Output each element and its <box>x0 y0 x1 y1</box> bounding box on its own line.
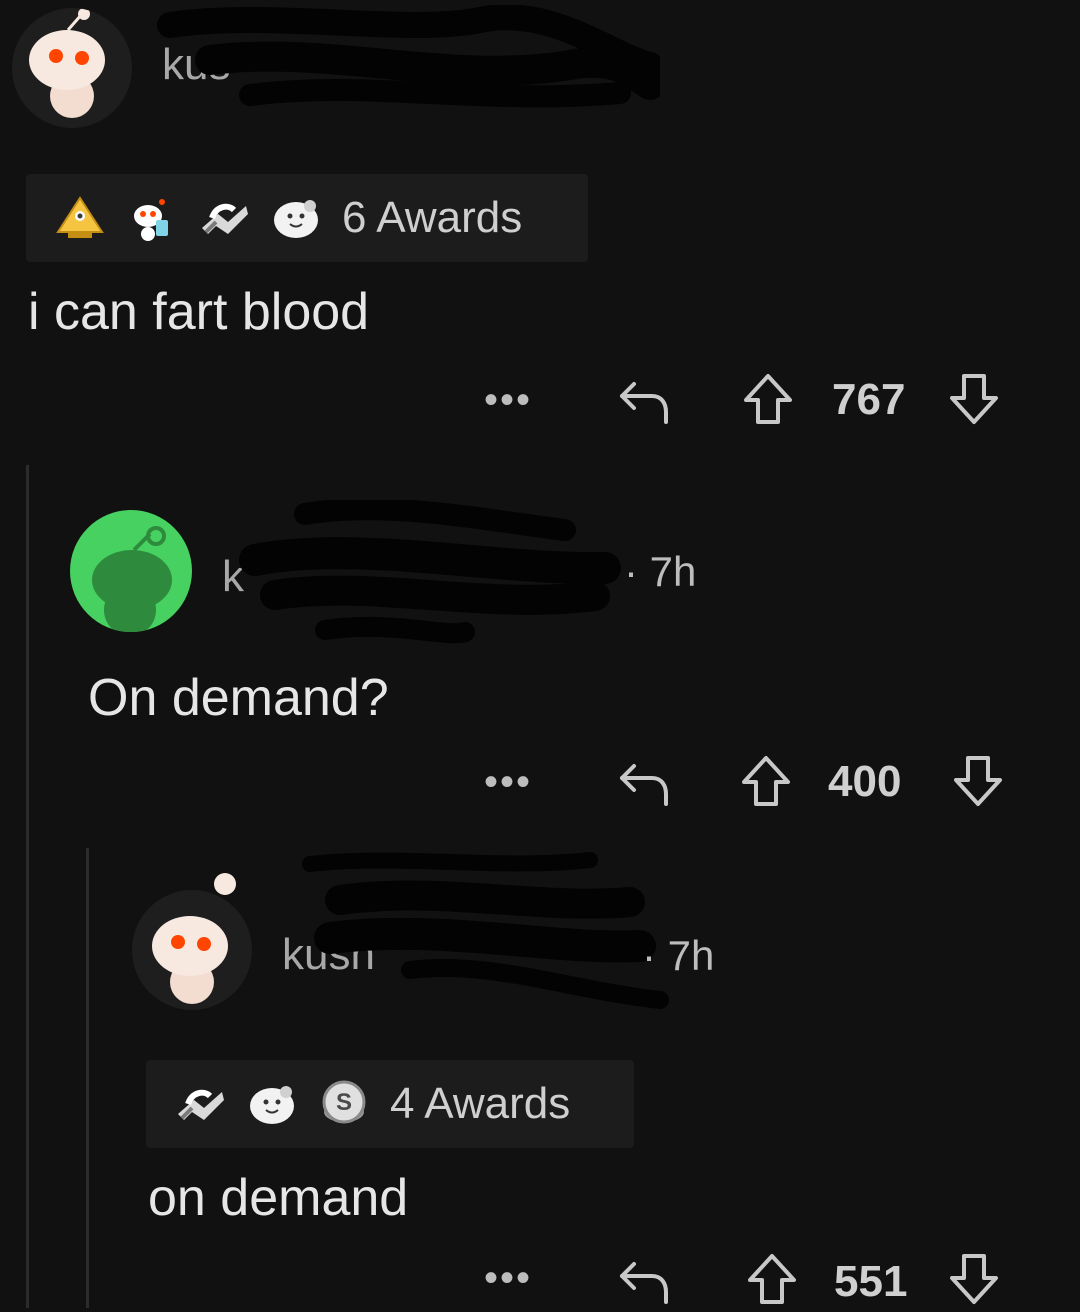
awards-box[interactable]: 6 Awards <box>26 174 588 262</box>
comment-actions: ••• 767 <box>0 370 1080 430</box>
upvote-icon[interactable] <box>738 752 794 808</box>
snoo-drinking-award-icon <box>134 199 168 241</box>
comment-actions: ••• 400 <box>0 752 1080 812</box>
more-options-button[interactable]: ••• <box>484 752 532 812</box>
vote-score: 767 <box>832 375 906 424</box>
wholesome-seal-award-icon <box>274 200 318 238</box>
reply-icon[interactable] <box>614 1252 670 1308</box>
comment-body: i can fart blood <box>28 283 370 341</box>
reply-icon[interactable] <box>614 754 670 810</box>
downvote-icon[interactable] <box>946 1252 1002 1308</box>
silver-coin-award-icon: S <box>322 1080 366 1124</box>
user-avatar[interactable] <box>12 8 132 128</box>
awards-count: 6 Awards <box>342 193 523 242</box>
vote-score: 400 <box>828 757 902 806</box>
awards-count: 4 Awards <box>390 1079 571 1128</box>
comment-body: On demand? <box>88 669 389 727</box>
svg-text:S: S <box>336 1089 352 1116</box>
vote-score: 551 <box>834 1257 908 1306</box>
wholesome-seal-award-icon <box>250 1086 294 1124</box>
comment-actions: ••• 551 <box>0 1248 1080 1308</box>
redaction-scribble <box>157 5 660 108</box>
downvote-icon[interactable] <box>946 372 1002 428</box>
user-avatar[interactable] <box>132 890 252 1010</box>
comment-body: on demand <box>148 1169 409 1227</box>
thread-line-level-2 <box>86 848 89 1308</box>
reply-icon[interactable] <box>614 372 670 428</box>
more-options-button[interactable]: ••• <box>484 370 532 430</box>
upvote-icon[interactable] <box>740 370 796 426</box>
user-avatar[interactable] <box>70 510 192 632</box>
upvote-icon[interactable] <box>744 1250 800 1306</box>
redaction-scribble <box>239 500 621 644</box>
handshake-award-icon <box>202 203 248 234</box>
thread-line-level-1 <box>26 465 29 1308</box>
more-options-button[interactable]: ••• <box>484 1248 532 1308</box>
handshake-award-icon <box>178 1089 224 1120</box>
timestamp: · 7h <box>624 548 697 595</box>
timestamp: · 7h <box>642 932 715 979</box>
redaction-scribble <box>302 852 669 1009</box>
awards-box[interactable]: S 4 Awards <box>146 1060 634 1148</box>
downvote-icon[interactable] <box>950 754 1006 810</box>
avatar-antenna-icon <box>214 873 236 895</box>
pyramid-award-icon <box>56 196 104 238</box>
